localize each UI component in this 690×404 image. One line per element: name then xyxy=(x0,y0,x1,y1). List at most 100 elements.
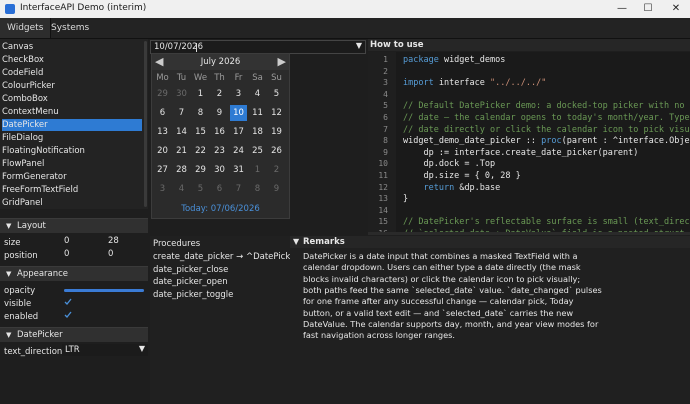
calendar-day[interactable]: 28 xyxy=(173,162,190,178)
widget-list-item[interactable]: DatePicker xyxy=(2,119,142,131)
calendar-day[interactable]: 17 xyxy=(230,124,247,140)
weekday-label: Fr xyxy=(234,73,243,83)
calendar-day[interactable]: 13 xyxy=(154,124,171,140)
text-direction-value: LTR xyxy=(65,345,80,355)
code-field[interactable]: 1 package widget_demos 2 3 import interface … xyxy=(368,52,690,234)
widget-list-item[interactable]: FreeFormTextField xyxy=(2,184,142,196)
calendar-day[interactable]: 12 xyxy=(268,105,285,121)
code-hscrollbar[interactable] xyxy=(368,232,690,235)
calendar-day[interactable]: 9 xyxy=(268,181,285,197)
widget-list-item[interactable]: FileDialog xyxy=(2,132,142,144)
calendar-day[interactable]: 7 xyxy=(173,105,190,121)
enabled-label: enabled xyxy=(4,312,39,322)
calendar-day[interactable]: 29 xyxy=(154,86,171,102)
calendar-day[interactable]: 30 xyxy=(211,162,228,178)
remarks-panel: ▼ Remarks DatePicker is a date input tha… xyxy=(290,236,690,404)
widget-list-item[interactable]: ComboBox xyxy=(2,93,142,105)
calendar-day[interactable]: 9 xyxy=(211,105,228,121)
position-x-field[interactable]: 0 xyxy=(64,249,69,259)
procedure-item[interactable]: create_date_picker → ^DatePicker xyxy=(153,252,299,262)
calendar-day[interactable]: 19 xyxy=(268,124,285,140)
calendar-day[interactable]: 25 xyxy=(249,143,266,159)
calendar-day[interactable]: 26 xyxy=(268,143,285,159)
minimize-button[interactable]: — xyxy=(608,0,636,18)
calendar-day[interactable]: 31 xyxy=(230,162,247,178)
size-label: size xyxy=(4,238,21,248)
remarks-title: Remarks xyxy=(303,237,345,247)
line-number: 13 xyxy=(378,194,388,204)
position-y-field[interactable]: 0 xyxy=(108,249,113,259)
calendar-day[interactable]: 22 xyxy=(192,143,209,159)
text-direction-label: text_direction xyxy=(4,347,63,357)
widget-list-item[interactable]: Canvas xyxy=(2,41,142,53)
line-number: 7 xyxy=(383,124,388,134)
next-month-icon[interactable]: ▶ xyxy=(278,55,286,68)
datepicker-section-title: DatePicker xyxy=(17,330,63,340)
today-button[interactable]: Today: 07/06/2026 xyxy=(152,204,289,214)
collapse-icon[interactable]: ▼ xyxy=(293,237,299,246)
calendar-day[interactable]: 1 xyxy=(249,162,266,178)
calendar-day[interactable]: 8 xyxy=(249,181,266,197)
maximize-button[interactable]: ☐ xyxy=(634,0,662,18)
calendar-day[interactable]: 1 xyxy=(192,86,209,102)
calendar-day[interactable]: 23 xyxy=(211,143,228,159)
calendar-day[interactable]: 6 xyxy=(154,105,171,121)
procedure-item[interactable]: date_picker_close xyxy=(153,265,228,275)
calendar-day[interactable]: 21 xyxy=(173,143,190,159)
calendar-day[interactable]: 3 xyxy=(154,181,171,197)
widget-list-item[interactable]: CodeField xyxy=(2,67,142,79)
calendar-month-label[interactable]: July 2026 xyxy=(152,57,289,67)
widget-list-item[interactable]: ContextMenu xyxy=(2,106,142,118)
calendar-day[interactable]: 18 xyxy=(249,124,266,140)
tab-systems[interactable]: Systems xyxy=(44,18,96,38)
calendar-day[interactable]: 2 xyxy=(268,162,285,178)
calendar-day[interactable]: 4 xyxy=(173,181,190,197)
calendar-day[interactable]: 11 xyxy=(249,105,266,121)
calendar-day[interactable]: 2 xyxy=(211,86,228,102)
widget-list-item[interactable]: ColourPicker xyxy=(2,80,142,92)
size-x-field[interactable]: 0 xyxy=(64,236,69,246)
window-titlebar: InterfaceAPI Demo (interim) — ☐ ✕ xyxy=(0,0,690,19)
appearance-section-header[interactable]: ▼ Appearance xyxy=(0,266,148,281)
calendar-day[interactable]: 16 xyxy=(211,124,228,140)
close-button[interactable]: ✕ xyxy=(662,0,690,18)
calendar-day[interactable]: 5 xyxy=(192,181,209,197)
calendar-day[interactable]: 29 xyxy=(192,162,209,178)
position-label: position xyxy=(4,251,38,261)
calendar-day[interactable]: 24 xyxy=(230,143,247,159)
code-line: dp := interface.create_date_picker(paren… xyxy=(403,147,639,158)
visible-checkbox[interactable] xyxy=(64,298,72,306)
calendar-day[interactable]: 14 xyxy=(173,124,190,140)
widget-list-item[interactable]: FloatingNotification xyxy=(2,145,142,157)
datepicker-section-header[interactable]: ▼ DatePicker xyxy=(0,327,148,342)
widget-list-scrollbar[interactable] xyxy=(144,41,147,207)
widget-list-item[interactable]: FlowPanel xyxy=(2,158,142,170)
widget-list-item[interactable]: GridPanel xyxy=(2,197,142,209)
collapse-icon: ▼ xyxy=(6,270,12,278)
widget-list-item[interactable]: CheckBox xyxy=(2,54,142,66)
calendar-day[interactable]: 3 xyxy=(230,86,247,102)
calendar-day[interactable]: 27 xyxy=(154,162,171,178)
calendar-toggle-icon[interactable]: ▼ xyxy=(356,41,362,50)
procedure-item[interactable]: date_picker_open xyxy=(153,277,228,287)
calendar-day[interactable]: 7 xyxy=(230,181,247,197)
calendar-day[interactable]: 10 xyxy=(230,105,247,121)
calendar-day[interactable]: 6 xyxy=(211,181,228,197)
procedure-item[interactable]: date_picker_toggle xyxy=(153,290,233,300)
date-input-field[interactable]: 10/07/2026 ▼ xyxy=(150,40,366,54)
layout-section-header[interactable]: ▼ Layout xyxy=(0,218,148,233)
size-y-field[interactable]: 28 xyxy=(108,236,119,246)
calendar-day[interactable]: 20 xyxy=(154,143,171,159)
enabled-checkbox[interactable] xyxy=(64,311,72,319)
calendar-day[interactable]: 8 xyxy=(192,105,209,121)
line-number: 9 xyxy=(383,147,388,157)
calendar-header: ◀ July 2026 ▶ xyxy=(152,54,289,70)
opacity-slider[interactable] xyxy=(64,289,144,292)
calendar-day[interactable]: 15 xyxy=(192,124,209,140)
text-direction-select[interactable]: LTR ▼ xyxy=(62,344,148,356)
calendar-day[interactable]: 5 xyxy=(268,86,285,102)
calendar-day[interactable]: 4 xyxy=(249,86,266,102)
widget-list-item[interactable]: FormGenerator xyxy=(2,171,142,183)
line-number: 5 xyxy=(383,101,388,111)
calendar-day[interactable]: 30 xyxy=(173,86,190,102)
